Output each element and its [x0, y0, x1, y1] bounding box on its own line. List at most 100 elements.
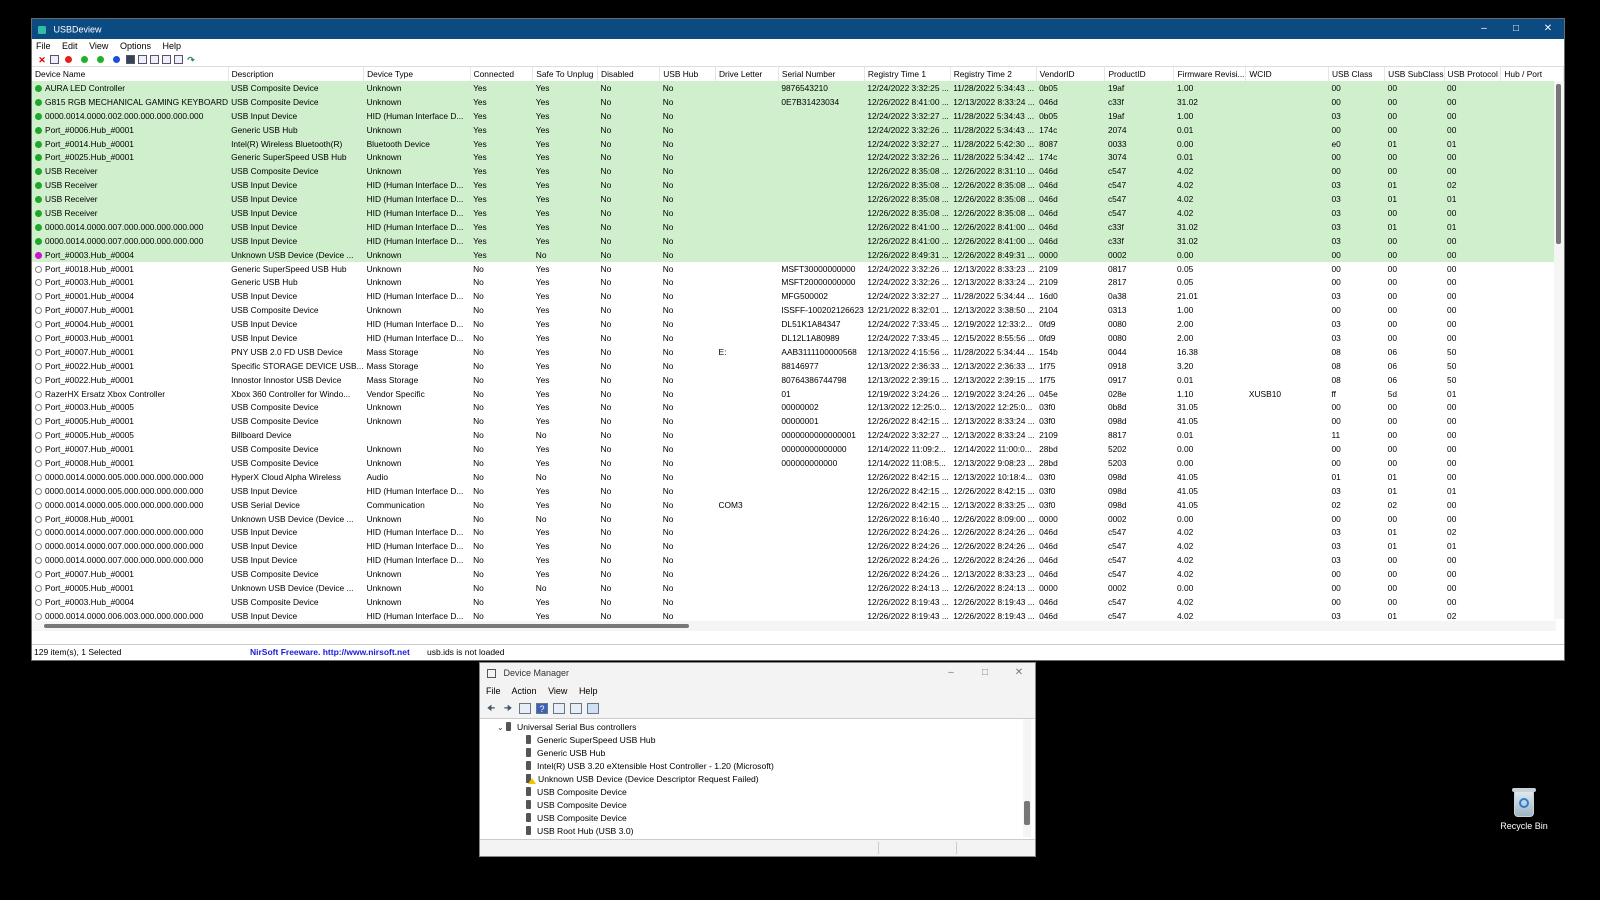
green-dot-icon[interactable] [97, 56, 104, 63]
menu-edit[interactable]: Edit [62, 41, 78, 51]
tree-item[interactable]: Generic SuperSpeed USB Hub [526, 734, 655, 747]
table-row[interactable]: Port_#0025.Hub_#0001 Generic SuperSpeed U… [32, 150, 1564, 165]
properties-icon[interactable] [162, 55, 171, 64]
dm-menu-help[interactable]: Help [579, 686, 598, 696]
device-tree[interactable]: ⌄ Universal Serial Bus controllers Generi… [480, 719, 1035, 837]
disconnect-icon[interactable] [50, 55, 59, 64]
save-icon[interactable] [126, 55, 135, 64]
vertical-scroll-thumb[interactable] [1556, 84, 1561, 244]
uninstall-icon[interactable]: ✕ [37, 55, 47, 65]
back-arrow-icon[interactable]: 🠈 [485, 703, 497, 714]
table-row[interactable]: Port_#0008.Hub_#0001 Unknown USB Device (… [32, 512, 1564, 526]
table-row[interactable]: 0000.0014.0000.007.000.000.000.000.000 US… [32, 233, 1564, 248]
red-dot-icon[interactable] [65, 56, 72, 63]
menu-options[interactable]: Options [120, 41, 151, 51]
maximize-button[interactable]: □ [1500, 19, 1532, 39]
table-row[interactable]: Port_#0006.Hub_#0001 Generic USB Hub Unkno… [32, 122, 1564, 137]
dm-close-button[interactable]: ✕ [1003, 663, 1035, 683]
table-row[interactable]: RazerHX Ersatz Xbox Controller Xbox 360 C… [32, 387, 1564, 401]
usbdeview-titlebar[interactable]: USBDeview – □ ✕ [32, 19, 1564, 39]
table-row[interactable]: Port_#0005.Hub_#0001 USB Composite Device… [32, 414, 1564, 428]
table-row[interactable]: 0000.0014.0000.005.000.000.000.000.000 Hy… [32, 470, 1564, 484]
scan-hardware-icon[interactable] [587, 703, 599, 714]
column-header[interactable]: Device Name [32, 67, 229, 81]
menu-file[interactable]: File [36, 41, 51, 51]
table-row[interactable]: 0000.0014.0000.007.000.000.000.000.000 US… [32, 219, 1564, 234]
table-row[interactable]: Port_#0005.Hub_#0001 Unknown USB Device (… [32, 581, 1564, 595]
column-header[interactable]: Registry Time 2 [950, 67, 1037, 81]
table-row[interactable]: G815 RGB MECHANICAL GAMING KEYBOARD USB C… [32, 94, 1564, 109]
close-button[interactable]: ✕ [1532, 19, 1564, 39]
tree-item[interactable]: Intel(R) USB 3.20 eXtensible Host Contro… [526, 760, 774, 773]
table-row[interactable]: Port_#0005.Hub_#0005 Billboard Device No No… [32, 428, 1564, 442]
menu-help[interactable]: Help [162, 41, 181, 51]
column-header[interactable]: Connected [470, 67, 534, 81]
tree-item[interactable]: USB Root Hub (USB 3.0) [526, 825, 633, 837]
properties-icon[interactable] [553, 703, 565, 714]
table-row[interactable]: 0000.0014.0000.007.000.000.000.000.000 US… [32, 553, 1564, 567]
dm-scroll-thumb[interactable] [1024, 801, 1030, 825]
column-header[interactable]: Safe To Unplug [532, 67, 599, 81]
column-header[interactable]: Registry Time 1 [864, 67, 951, 81]
column-header[interactable]: VendorID [1036, 67, 1106, 81]
horizontal-scrollbar[interactable] [32, 621, 1556, 631]
column-header[interactable]: Hub / Port [1500, 67, 1564, 81]
minimize-button[interactable]: – [1468, 19, 1500, 39]
horizontal-scroll-thumb[interactable] [44, 624, 689, 628]
dm-menu-file[interactable]: File [486, 686, 501, 696]
device-manager-titlebar[interactable]: Device Manager – □ ✕ [480, 663, 1035, 683]
table-row[interactable]: 0000.0014.0000.005.000.000.000.000.000 US… [32, 484, 1564, 498]
table-row[interactable]: USB Receiver USB Input Device HID (Human I… [32, 192, 1564, 207]
table-row[interactable]: USB Receiver USB Composite Device Unknown Y… [32, 164, 1564, 179]
column-header[interactable]: Device Type [363, 67, 471, 81]
tree-item[interactable]: USB Composite Device [526, 786, 627, 799]
tree-item[interactable]: Unknown USB Device (Device Descriptor Re… [526, 773, 759, 786]
chevron-down-icon[interactable]: ⌄ [497, 721, 506, 734]
table-row[interactable]: USB Receiver USB Input Device HID (Human I… [32, 206, 1564, 220]
column-header[interactable]: USB SubClass [1384, 67, 1445, 81]
table-row[interactable]: Port_#0008.Hub_#0001 USB Composite Device… [32, 456, 1564, 470]
column-header[interactable]: Serial Number [778, 67, 865, 81]
column-header[interactable]: USB Protocol [1444, 67, 1502, 81]
table-row[interactable]: Port_#0003.Hub_#0001 Generic USB Hub Unkno… [32, 275, 1564, 289]
dm-minimize-button[interactable]: – [935, 663, 967, 683]
table-row[interactable]: Port_#0004.Hub_#0001 USB Input Device HID … [32, 317, 1564, 331]
table-row[interactable]: Port_#0022.Hub_#0001 Specific STORAGE DEV… [32, 359, 1564, 373]
table-row[interactable]: Port_#0022.Hub_#0001 Innostor Innostor US… [32, 373, 1564, 387]
table-row[interactable]: Port_#0007.Hub_#0001 USB Composite Device… [32, 442, 1564, 456]
table-row[interactable]: AURA LED Controller USB Composite Device U… [32, 81, 1564, 95]
tree-item[interactable]: USB Composite Device [526, 812, 627, 825]
column-header[interactable]: WCID [1245, 67, 1329, 81]
help-icon[interactable]: ? [536, 703, 548, 714]
copy-icon[interactable] [150, 55, 159, 64]
show-hide-tree-icon[interactable] [519, 703, 531, 714]
table-row[interactable]: Port_#0007.Hub_#0001 USB Composite Device… [32, 567, 1564, 581]
dm-menu-action[interactable]: Action [512, 686, 537, 696]
update-driver-icon[interactable] [570, 703, 582, 714]
table-row[interactable]: 0000.0014.0000.007.000.000.000.000.000 US… [32, 539, 1564, 553]
refresh-icon[interactable] [138, 55, 147, 64]
table-row[interactable]: Port_#0001.Hub_#0004 USB Input Device HID … [32, 289, 1564, 303]
column-header[interactable]: ProductID [1104, 67, 1175, 81]
table-row[interactable]: Port_#0018.Hub_#0001 Generic SuperSpeed U… [32, 262, 1564, 276]
column-header[interactable]: Disabled [597, 67, 661, 81]
dm-maximize-button[interactable]: □ [969, 663, 1001, 683]
table-row[interactable]: Port_#0003.Hub_#0001 USB Input Device HID … [32, 331, 1564, 345]
table-row[interactable]: Port_#0007.Hub_#0001 USB Composite Device… [32, 303, 1564, 317]
table-row[interactable]: 0000.0014.0000.002.000.000.000.000.000 US… [32, 108, 1564, 123]
html-report-icon[interactable] [174, 55, 183, 64]
exit-icon[interactable]: ↷ [186, 55, 196, 65]
table-row[interactable]: Port_#0003.Hub_#0004 Unknown USB Device (… [32, 247, 1564, 262]
table-row[interactable]: Port_#0003.Hub_#0005 USB Composite Device… [32, 400, 1564, 414]
table-row[interactable]: 0000.0014.0000.007.000.000.000.000.000 US… [32, 526, 1564, 540]
table-row[interactable]: Port_#0003.Hub_#0004 USB Composite Device… [32, 595, 1564, 609]
column-header[interactable]: USB Hub [659, 67, 716, 81]
column-header[interactable]: Description [228, 67, 365, 81]
nirsoft-link[interactable]: NirSoft Freeware. http://www.nirsoft.net [250, 645, 410, 660]
green-dot-icon[interactable] [81, 56, 88, 63]
table-row[interactable]: 0000.0014.0000.005.000.000.000.000.000 US… [32, 498, 1564, 512]
dm-vertical-scrollbar[interactable] [1023, 719, 1031, 837]
tree-item[interactable]: Generic USB Hub [526, 747, 605, 760]
table-row[interactable]: Port_#0007.Hub_#0001 PNY USB 2.0 FD USB D… [32, 345, 1564, 359]
column-header[interactable]: Drive Letter [715, 67, 779, 81]
